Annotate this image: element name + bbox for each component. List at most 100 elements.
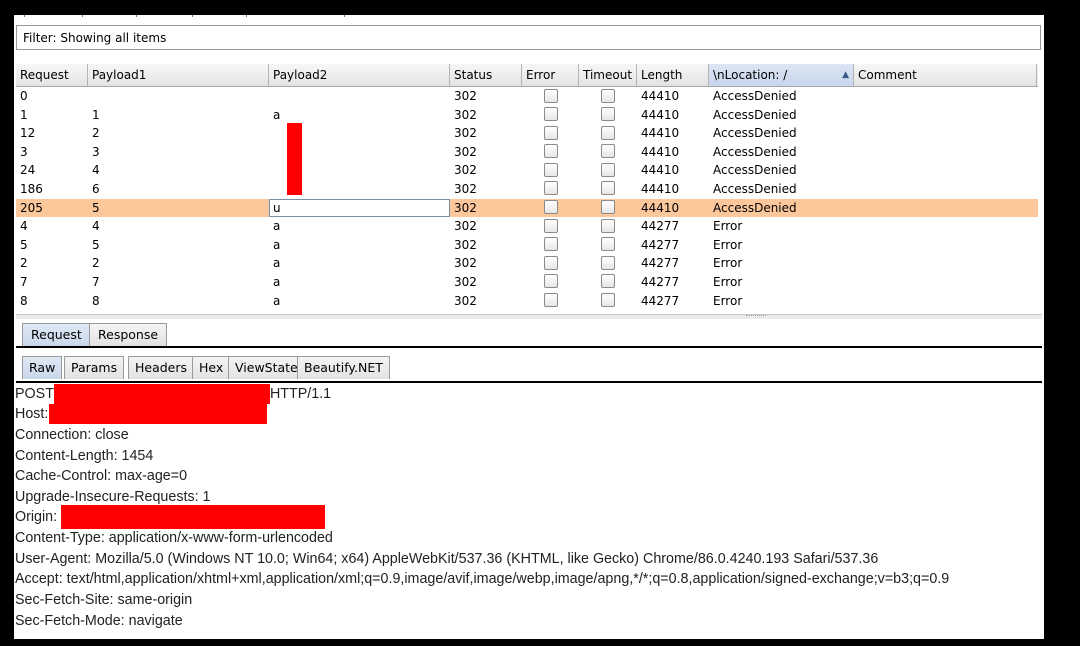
tab-viewstate[interactable]: ViewState	[228, 356, 305, 379]
cell-length: 44410	[641, 144, 680, 159]
table-row[interactable]: 0 302 44410 AccessDenied	[16, 87, 1038, 106]
top-tab-strip	[14, 15, 354, 18]
request-line: POST HTTP/1.1	[15, 384, 331, 404]
cell-request: 0	[20, 89, 28, 103]
error-checkbox[interactable]	[544, 218, 558, 233]
cell-length: 44277	[641, 237, 680, 252]
upgrade-insecure-header: Upgrade-Insecure-Requests: 1	[15, 489, 211, 505]
cell-timeout	[579, 87, 637, 106]
timeout-checkbox[interactable]	[601, 88, 615, 103]
cell-location: AccessDenied	[713, 144, 797, 159]
cell-payload2: a	[273, 237, 281, 252]
timeout-checkbox[interactable]	[601, 200, 615, 215]
host-label: Host:	[15, 406, 49, 422]
timeout-checkbox[interactable]	[601, 125, 615, 140]
cell-request: 8	[20, 293, 28, 308]
tab-params[interactable]: Params	[64, 356, 125, 379]
table-row[interactable]: 12 2 302 44410 AccessDenied	[16, 124, 1038, 143]
tab-raw[interactable]: Raw	[22, 356, 63, 379]
cell-timeout	[579, 199, 637, 218]
column-header-payload2[interactable]: Payload2	[269, 64, 450, 86]
cell-request: 7	[20, 274, 28, 289]
split-grip[interactable]	[746, 315, 766, 318]
cache-control-header: Cache-Control: max-age=0	[15, 468, 188, 484]
timeout-checkbox[interactable]	[601, 293, 615, 308]
table-row[interactable]: 2 2 a 302 44277 Error	[16, 254, 1038, 273]
cell-comment	[854, 199, 1037, 218]
cell-timeout	[579, 236, 637, 255]
split-pane-divider[interactable]	[16, 314, 1042, 319]
timeout-checkbox[interactable]	[601, 237, 615, 252]
tab-hex[interactable]: Hex	[192, 356, 231, 379]
filter-bar[interactable]: Filter: Showing all items	[16, 25, 1041, 50]
error-checkbox[interactable]	[544, 237, 558, 252]
error-checkbox[interactable]	[544, 293, 558, 308]
timeout-checkbox[interactable]	[601, 255, 615, 270]
cell-payload1: 5	[92, 237, 100, 252]
column-header-timeout[interactable]: Timeout	[579, 64, 637, 86]
error-checkbox[interactable]	[544, 274, 558, 289]
table-row[interactable]: 205 5 u 302 44410 AccessDenied	[16, 198, 1038, 218]
table-row[interactable]: 1 1 a 302 44410 AccessDenied	[16, 106, 1038, 125]
error-checkbox[interactable]	[544, 200, 558, 215]
results-table: Request Payload1 Payload2 Status Error Timeou…	[16, 64, 1040, 312]
tab-beautify-net[interactable]: Beautify.NET	[297, 356, 390, 379]
error-checkbox[interactable]	[544, 88, 558, 103]
cell-location: Error	[713, 274, 743, 289]
column-header-comment[interactable]: Comment	[854, 64, 1037, 86]
origin-redaction	[61, 505, 326, 529]
timeout-checkbox[interactable]	[601, 218, 615, 233]
accept-header: Accept: text/html,application/xhtml+xml,…	[15, 571, 950, 587]
table-row[interactable]: 5 5 a 302 44277 Error	[16, 236, 1038, 255]
cell-status: 302	[454, 293, 477, 308]
cell-payload2	[269, 87, 450, 106]
column-header-payload1[interactable]: Payload1	[88, 64, 269, 86]
timeout-checkbox[interactable]	[601, 107, 615, 122]
error-checkbox[interactable]	[544, 125, 558, 140]
error-checkbox[interactable]	[544, 107, 558, 122]
cell-payload1: 8	[92, 293, 100, 308]
cell-error	[522, 236, 579, 255]
table-row[interactable]: 8 8 a 302 44277 Error	[16, 292, 1038, 311]
cell-timeout	[579, 124, 637, 143]
cell-location: AccessDenied	[713, 181, 797, 196]
origin-label: Origin:	[15, 509, 58, 525]
cell-payload1: 4	[92, 219, 100, 234]
tab-headers[interactable]: Headers	[128, 356, 195, 379]
cell-timeout	[579, 106, 637, 125]
cell-status: 302	[454, 144, 477, 159]
timeout-checkbox[interactable]	[601, 162, 615, 177]
table-row[interactable]: 186 6 302 44410 AccessDenied	[16, 180, 1038, 199]
table-row[interactable]: 7 7 a 302 44277 Error	[16, 273, 1038, 292]
cell-location: Error	[713, 237, 743, 252]
table-row[interactable]: 4 4 a 302 44277 Error	[16, 217, 1038, 236]
column-header-location[interactable]: \nLocation: / ▲	[709, 64, 854, 86]
cell-comment	[854, 236, 1037, 255]
table-row[interactable]: 24 4 302 44410 AccessDenied	[16, 161, 1038, 180]
cell-timeout	[579, 180, 637, 199]
burp-intruder-results-window: Filter: Showing all items Request Payload…	[14, 15, 1044, 639]
cell-payload2: a	[273, 293, 281, 308]
cell-payload2: a	[273, 274, 281, 289]
raw-request-editor[interactable]: POST HTTP/1.1 Host: Connection: close Con…	[14, 384, 1042, 639]
cell-timeout	[579, 217, 637, 236]
cell-length: 44277	[641, 293, 680, 308]
timeout-checkbox[interactable]	[601, 274, 615, 289]
column-header-status[interactable]: Status	[450, 64, 522, 86]
error-checkbox[interactable]	[544, 255, 558, 270]
error-checkbox[interactable]	[544, 162, 558, 177]
timeout-checkbox[interactable]	[601, 144, 615, 159]
tab-request[interactable]: Request	[22, 323, 91, 346]
column-header-request[interactable]: Request	[16, 64, 88, 86]
cell-request: 2	[20, 256, 28, 271]
cell-request: 205	[20, 200, 43, 215]
tab-response[interactable]: Response	[89, 323, 168, 346]
error-checkbox[interactable]	[544, 181, 558, 196]
cell-length: 44410	[641, 181, 680, 196]
cell-payload2: u	[269, 198, 450, 218]
error-checkbox[interactable]	[544, 144, 558, 159]
table-row[interactable]: 3 3 302 44410 AccessDenied	[16, 143, 1038, 162]
column-header-length[interactable]: Length	[637, 64, 709, 86]
timeout-checkbox[interactable]	[601, 181, 615, 196]
column-header-error[interactable]: Error	[522, 64, 579, 86]
